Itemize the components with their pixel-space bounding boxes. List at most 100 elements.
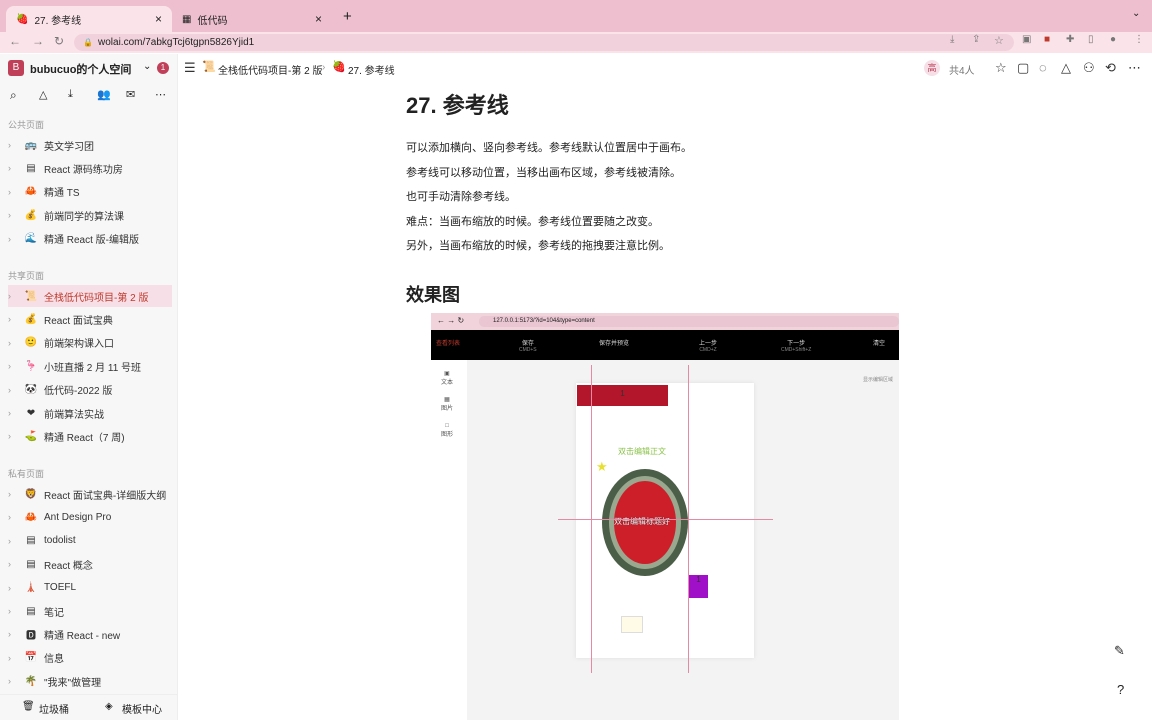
graph-icon[interactable]: △ — [39, 88, 47, 101]
extension-icon[interactable]: ▣ — [1022, 34, 1031, 45]
new-tab-button[interactable]: + — [343, 8, 352, 25]
import-icon[interactable]: ⤓ — [68, 88, 73, 101]
shape-component[interactable]: □ 图形 — [441, 423, 453, 438]
trash-link[interactable]: 垃圾桶 — [39, 701, 69, 716]
chevron-down-icon[interactable]: ⌄ — [143, 61, 151, 72]
help-icon[interactable]: ? — [1117, 682, 1124, 697]
sidebar-page-item[interactable]: › 🦀 Ant Design Pro — [8, 506, 172, 528]
close-tab-icon[interactable]: × — [155, 12, 162, 26]
tab-menu-icon[interactable]: ⌄ — [1132, 8, 1140, 19]
save-preview-button[interactable]: 保存并预览 — [599, 338, 629, 347]
breadcrumb-current[interactable]: 27. 参考线 — [348, 62, 395, 77]
templates-link[interactable]: 模板中心 — [122, 701, 162, 716]
tab-active[interactable]: 🍓 27. 参考线 × — [6, 6, 172, 32]
expand-caret-icon[interactable]: › — [8, 629, 18, 639]
ellipse-text[interactable]: 双击编辑标题好 — [614, 516, 670, 527]
expand-caret-icon[interactable]: › — [8, 385, 18, 395]
undo-button[interactable]: 上一步 CMD+Z — [699, 338, 717, 353]
star-icon[interactable]: ☆ — [995, 60, 1007, 76]
expand-caret-icon[interactable]: › — [8, 163, 18, 173]
close-tab-icon[interactable]: × — [315, 12, 322, 26]
expand-caret-icon[interactable]: › — [8, 676, 18, 686]
sidebar-page-item[interactable]: › 📅 信息 — [8, 647, 172, 669]
sidebar-page-item[interactable]: › 📜 全栈低代码项目-第 2 版 — [8, 285, 172, 307]
reload-icon[interactable]: ↻ — [54, 34, 64, 48]
extension-icon[interactable]: ■ — [1044, 34, 1050, 45]
profile-icon[interactable]: ● — [1110, 34, 1116, 45]
sidebar-page-item[interactable]: › 💰 React 面试宝典 — [8, 308, 172, 330]
edit-icon[interactable]: ✎ — [1114, 643, 1125, 659]
breadcrumb-parent[interactable]: 全栈低代码项目-第 2 版 — [218, 62, 322, 77]
bookmark-star-icon[interactable]: ☆ — [994, 34, 1004, 47]
more-icon[interactable]: ⋯ — [155, 88, 166, 101]
comment-icon[interactable]: ◌ — [1039, 60, 1047, 75]
sidebar-page-item[interactable]: › 🌊 精通 React 版-编辑版 — [8, 228, 172, 250]
star-shape-icon[interactable]: ★ — [596, 459, 608, 475]
sidebar-page-item[interactable]: › 🦀 精通 TS — [8, 181, 172, 203]
expand-caret-icon[interactable]: › — [8, 291, 18, 301]
sidebar-page-item[interactable]: › ❤ 前端算法实战 — [8, 402, 172, 424]
menu-icon[interactable]: ☰ — [184, 60, 196, 76]
sidebar-page-item[interactable]: › 🐼 低代码-2022 版 — [8, 379, 172, 401]
sidebar-page-item[interactable]: › ▤ 笔记 — [8, 600, 172, 622]
sidebar-page-item[interactable]: › 🌴 "我来"做管理 — [8, 670, 172, 692]
forward-icon[interactable]: → — [32, 34, 44, 48]
share-icon[interactable]: ⇪ — [972, 34, 980, 45]
expand-caret-icon[interactable]: › — [8, 314, 18, 324]
expand-caret-icon[interactable]: › — [8, 536, 18, 546]
sidebar-page-item[interactable]: › 🦁 React 面试宝典-详细版大纲 — [8, 483, 172, 505]
expand-caret-icon[interactable]: › — [8, 653, 18, 663]
notification-badge[interactable]: 1 — [157, 62, 169, 74]
expand-caret-icon[interactable]: › — [8, 559, 18, 569]
text-component[interactable]: ▣ 文本 — [441, 370, 453, 386]
sidebar-page-item[interactable]: › ⛳ 精通 React（7 周) — [8, 425, 172, 447]
sidebar-page-item[interactable]: › 💰 前端同学的算法课 — [8, 204, 172, 226]
image-placeholder[interactable] — [621, 616, 643, 633]
expand-caret-icon[interactable]: › — [8, 408, 18, 418]
sidebar-page-item[interactable]: › 🚌 英文学习团 — [8, 134, 172, 156]
expand-caret-icon[interactable]: › — [8, 431, 18, 441]
workspace-name[interactable]: bubucuo的个人空间 — [30, 61, 131, 77]
sidebar-page-item[interactable]: › ▤ React 概念 — [8, 553, 172, 575]
sidebar-page-item[interactable]: › ▤ todolist — [8, 530, 172, 552]
expand-caret-icon[interactable]: › — [8, 234, 18, 244]
url-input[interactable]: 🔒 wolai.com/7abkgTcj6tgpn5826Yjid1 — [74, 34, 1014, 51]
sidebar-page-item[interactable]: › 🦩 小班直播 2 月 11 号班 — [8, 355, 172, 377]
back-icon[interactable]: ← — [9, 34, 21, 48]
expand-caret-icon[interactable]: › — [8, 583, 18, 593]
save-button[interactable]: 保存 CMD+S — [519, 338, 537, 353]
browser-menu-icon[interactable]: ⋮ — [1134, 34, 1144, 45]
sidebar-page-item[interactable]: › ▤ React 源码练功房 — [8, 157, 172, 179]
add-member-icon[interactable]: ⚇ — [1083, 60, 1095, 76]
members-icon[interactable]: 👥 — [97, 88, 111, 101]
expand-caret-icon[interactable]: › — [8, 361, 18, 371]
more-icon[interactable]: ⋯ — [1128, 60, 1141, 76]
inbox-icon[interactable]: ✉ — [126, 88, 135, 101]
present-icon[interactable]: ▢ — [1017, 60, 1029, 76]
tab[interactable]: ▦ 低代码 × — [172, 6, 332, 32]
list-button[interactable]: 查看列表 — [436, 338, 460, 347]
expand-caret-icon[interactable]: › — [8, 512, 18, 522]
section-title[interactable]: 私有页面 — [8, 467, 44, 480]
green-text[interactable]: 双击编辑正文 — [618, 446, 666, 457]
expand-caret-icon[interactable]: › — [8, 140, 18, 150]
search-icon[interactable]: ⌕ — [10, 88, 17, 103]
graph-icon[interactable]: △ — [1061, 60, 1071, 76]
horizontal-guide-line[interactable] — [558, 519, 773, 520]
redo-button[interactable]: 下一步 CMD+Shift+Z — [781, 338, 811, 353]
member-count[interactable]: 共4人 — [949, 62, 975, 77]
sidebar-page-item[interactable]: › 🅳 精通 React - new — [8, 623, 172, 645]
history-icon[interactable]: ⟲ — [1105, 60, 1116, 76]
purple-box[interactable]: 1 — [689, 575, 708, 598]
member-avatar[interactable]: 高 — [924, 60, 940, 76]
expand-caret-icon[interactable]: › — [8, 210, 18, 220]
install-icon[interactable]: ⤓ — [950, 34, 954, 45]
expand-caret-icon[interactable]: › — [8, 187, 18, 197]
sidebar-page-item[interactable]: › 🙂 前端架构课入口 — [8, 332, 172, 354]
expand-caret-icon[interactable]: › — [8, 606, 18, 616]
sidepanel-icon[interactable]: ▯ — [1088, 34, 1094, 45]
sidebar-page-item[interactable]: › 🗼 TOEFL — [8, 577, 172, 599]
clear-button[interactable]: 清空 — [873, 338, 885, 347]
section-title[interactable]: 共享页面 — [8, 269, 44, 282]
image-component[interactable]: ▦ 图片 — [441, 396, 453, 412]
